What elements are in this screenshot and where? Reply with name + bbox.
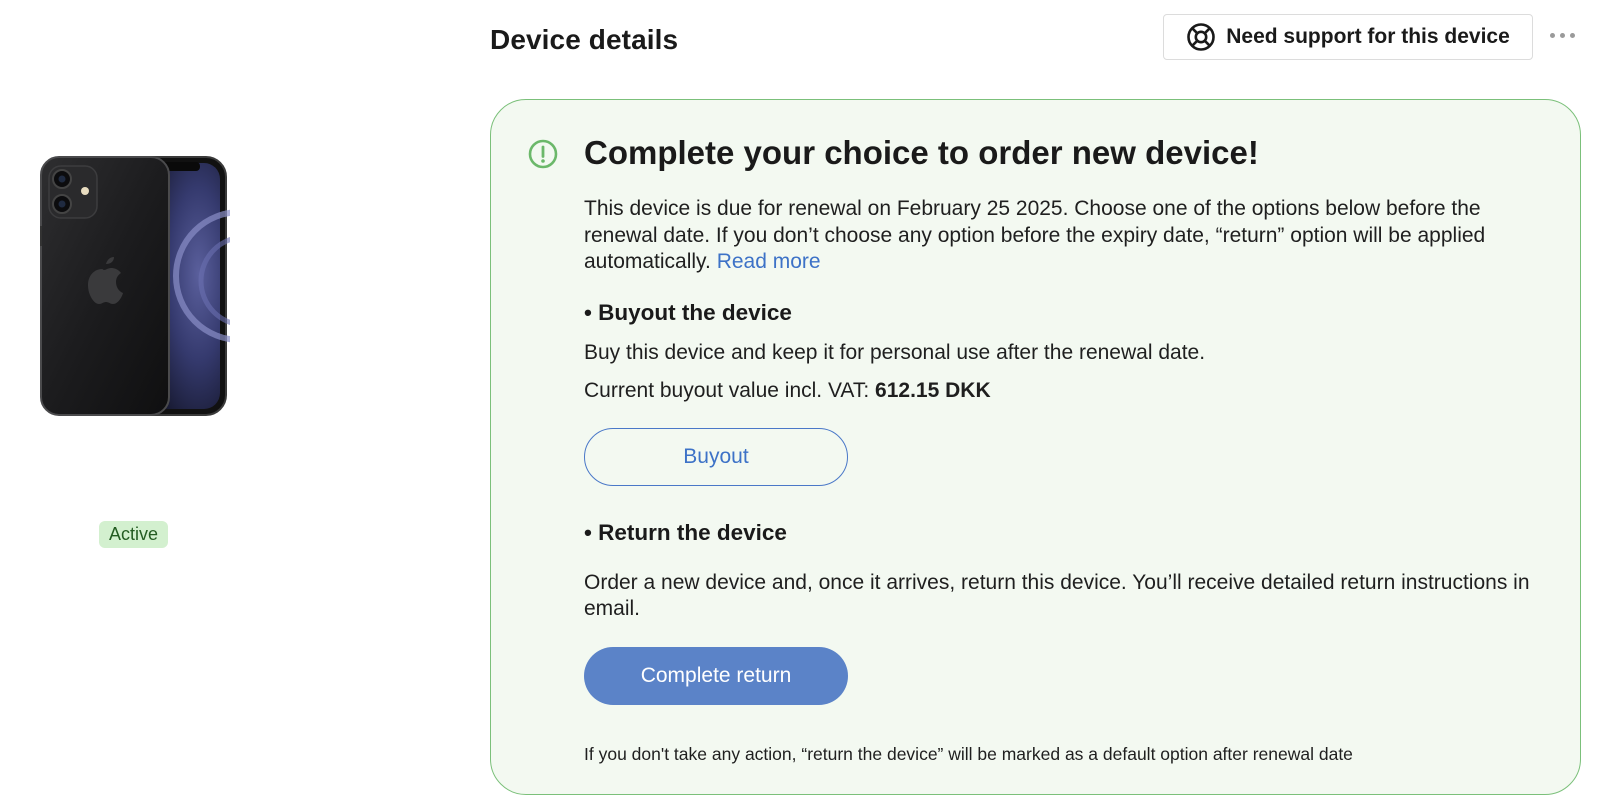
buyout-description: Buy this device and keep it for personal… <box>584 340 1206 364</box>
buyout-button[interactable]: Buyout <box>584 427 848 486</box>
return-description: Order a new device and, once it arrives,… <box>584 570 1530 621</box>
more-dots-icon <box>1569 32 1575 38</box>
more-options-button[interactable] <box>1544 20 1580 50</box>
buyout-value-label: Current buyout value incl. VAT: <box>584 378 870 402</box>
buyout-value-line: Current buyout value incl. VAT: 612.15 D… <box>584 378 1544 404</box>
need-support-button[interactable]: Need support for this device <box>1163 14 1533 60</box>
card-title: Complete your choice to order new device… <box>584 134 1259 171</box>
buyout-value: 612.15 DKK <box>875 378 991 402</box>
return-heading: • Return the device <box>584 519 787 545</box>
complete-return-button[interactable]: Complete return <box>584 646 848 705</box>
read-more-link[interactable]: Read more <box>717 250 821 273</box>
page-title: Device details <box>490 24 679 55</box>
status-badge: Active <box>99 521 169 548</box>
buyout-heading: • Buyout the device <box>584 299 792 325</box>
device-image <box>39 156 307 418</box>
need-support-label: Need support for this device <box>1226 25 1510 48</box>
alert-circle-icon <box>527 138 559 170</box>
renewal-intro: This device is due for renewal on Februa… <box>584 196 1544 276</box>
more-dots-icon <box>1549 32 1555 38</box>
card-content: Complete your choice to order new device… <box>584 132 1544 765</box>
lifebuoy-icon <box>1186 22 1216 52</box>
renewal-card: Complete your choice to order new device… <box>490 99 1581 795</box>
more-dots-icon <box>1559 32 1565 38</box>
default-action-footnote: If you don't take any action, “return th… <box>584 743 1353 764</box>
